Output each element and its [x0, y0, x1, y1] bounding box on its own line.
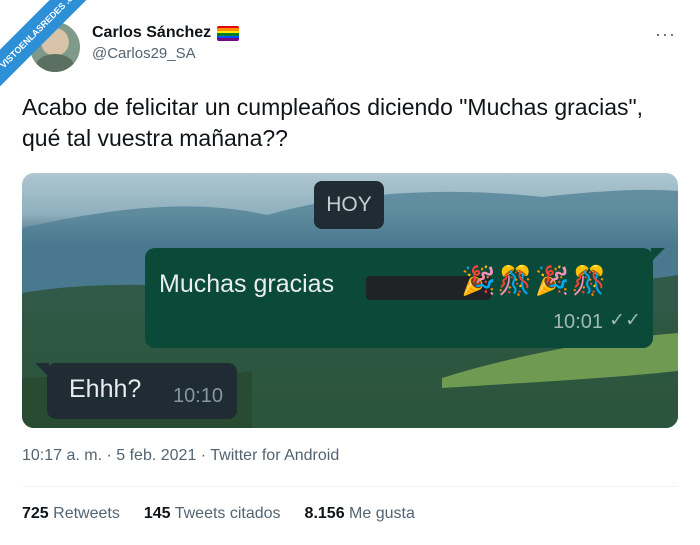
- outgoing-message-text: Muchas gracias: [159, 270, 335, 298]
- rainbow-flag-icon: [217, 25, 240, 41]
- likes-label: Me gusta: [349, 505, 415, 522]
- outgoing-message-bubble: Muchas gracias 🎉🎊🎉🎊 10:01 ✓✓: [145, 248, 665, 348]
- incoming-message-text: Ehhh?: [69, 375, 142, 403]
- date-chip: HOY: [314, 181, 384, 229]
- tweet-stats: 725 Retweets 145 Tweets citados 8.156 Me…: [22, 505, 415, 523]
- retweets-label: Retweets: [53, 505, 120, 522]
- quotes-count: 145: [143, 505, 171, 522]
- quotes-stat[interactable]: 145 Tweets citados: [144, 505, 281, 523]
- user-handle[interactable]: @Carlos29_SA: [92, 45, 239, 62]
- double-check-icon: ✓✓: [609, 310, 641, 331]
- display-name[interactable]: Carlos Sánchez: [92, 24, 211, 42]
- incoming-message-time: 10:10: [173, 385, 224, 407]
- tweet-time[interactable]: 10:17 a. m.: [22, 447, 102, 464]
- likes-count: 8.156: [304, 505, 345, 522]
- more-horizontal-icon[interactable]: ···: [655, 24, 676, 45]
- tweet-image[interactable]: HOY Muchas gracias 🎉🎊🎉🎊 10:01 ✓✓ Ehhh? 1…: [22, 173, 678, 428]
- meta-separator: ·: [196, 447, 211, 464]
- tweet-text: Acabo de felicitar un cumpleaños diciend…: [22, 94, 644, 151]
- divider: [22, 486, 678, 487]
- meta-separator: ·: [102, 447, 117, 464]
- incoming-message-bubble: Ehhh? 10:10: [35, 363, 237, 419]
- party-emojis: 🎉🎊🎉🎊: [461, 265, 609, 296]
- tweet-source[interactable]: Twitter for Android: [210, 447, 339, 464]
- outgoing-message-time: 10:01: [552, 311, 603, 333]
- tweet-author[interactable]: Carlos Sánchez @Carlos29_SA: [92, 24, 240, 62]
- retweets-count: 725: [22, 505, 49, 522]
- tweet-meta: 10:17 a. m. · 5 feb. 2021 · Twitter for …: [22, 447, 339, 465]
- likes-stat[interactable]: 8.156 Me gusta: [305, 505, 415, 523]
- retweets-stat[interactable]: 725 Retweets: [22, 505, 120, 523]
- tweet-date[interactable]: 5 feb. 2021: [116, 447, 196, 464]
- quotes-label: Tweets citados: [174, 505, 281, 522]
